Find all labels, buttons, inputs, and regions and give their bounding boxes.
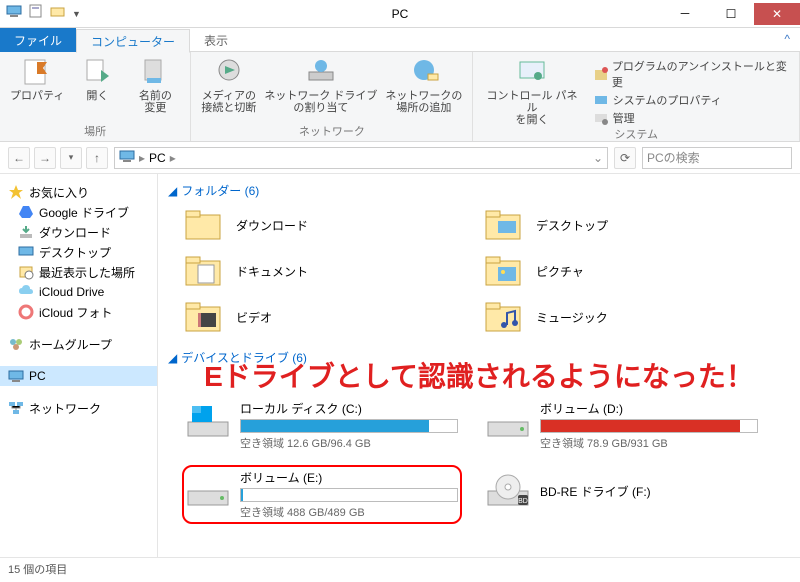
maximize-button[interactable]: ☐ xyxy=(708,3,754,25)
group-label-location: 場所 xyxy=(10,123,180,139)
group-label-system: システム xyxy=(483,126,789,142)
group-network: メディアの 接続と切断 ネットワーク ドライブ の割り当て ネットワークの 場所… xyxy=(191,52,473,141)
folder-desktop[interactable]: デスクトップ xyxy=(482,205,762,245)
group-label-network: ネットワーク xyxy=(201,123,462,139)
properties-button[interactable]: プロパティ xyxy=(10,56,64,114)
tree-downloads[interactable]: ダウンロード xyxy=(0,222,157,242)
collapse-icon: ◢ xyxy=(168,351,177,365)
drive-d-bar xyxy=(540,419,758,433)
tree-desktop[interactable]: デスクトップ xyxy=(0,242,157,262)
title-bar: ▼ PC － ☐ ✕ xyxy=(0,0,800,28)
section-folders[interactable]: ◢フォルダー (6) xyxy=(168,180,790,201)
recent-locations-button[interactable]: ▾ xyxy=(60,147,82,169)
tree-favorites[interactable]: お気に入り xyxy=(0,182,157,202)
system-properties-button[interactable]: システムのプロパティ xyxy=(593,92,789,108)
tree-homegroup[interactable]: ホームグループ xyxy=(0,334,157,354)
tree-recent[interactable]: 最近表示した場所 xyxy=(0,262,157,282)
drive-c-free: 空き領域 12.6 GB/96.4 GB xyxy=(240,435,458,451)
tree-google-drive[interactable]: Google ドライブ xyxy=(0,202,157,222)
tab-file[interactable]: ファイル xyxy=(0,28,76,52)
address-bar[interactable]: ▸ PC ▸ ⌄ xyxy=(114,147,608,169)
address-dropdown-icon[interactable]: ⌄ xyxy=(593,151,603,165)
media-button[interactable]: メディアの 接続と切断 xyxy=(201,56,256,114)
refresh-button[interactable]: ⟳ xyxy=(614,147,636,169)
tree-pc[interactable]: PC xyxy=(0,366,157,386)
ribbon-collapse-icon[interactable]: ^ xyxy=(774,28,800,51)
control-panel-button[interactable]: コントロール パネル を開く xyxy=(483,56,580,126)
drive-c[interactable]: ローカル ディスク (C:) 空き領域 12.6 GB/96.4 GB xyxy=(182,396,462,455)
collapse-icon: ◢ xyxy=(168,184,177,198)
navigation-pane: お気に入り Google ドライブ ダウンロード デスクトップ 最近表示した場所… xyxy=(0,174,158,557)
folder-pictures[interactable]: ピクチャ xyxy=(482,251,762,291)
svg-text:BD: BD xyxy=(518,498,528,505)
status-bar: 15 個の項目 xyxy=(0,557,800,579)
drive-d-name: ボリューム (D:) xyxy=(540,400,758,417)
uninstall-button[interactable]: プログラムのアンインストールと変更 xyxy=(593,58,789,90)
ribbon: プロパティ 開く 名前の 変更 場所 メディアの 接続と切断 ネットワーク ドラ… xyxy=(0,52,800,142)
map-drive-button[interactable]: ネットワーク ドライブ の割り当て xyxy=(264,56,377,114)
search-input[interactable]: PCの検索 xyxy=(642,147,792,169)
section-drives[interactable]: ◢デバイスとドライブ (6) xyxy=(168,347,790,368)
group-system: コントロール パネル を開く プログラムのアンインストールと変更 システムのプロ… xyxy=(473,52,800,141)
forward-button[interactable]: → xyxy=(34,147,56,169)
drive-f[interactable]: BD BD-RE ドライブ (F:) xyxy=(482,465,762,524)
tree-network[interactable]: ネットワーク xyxy=(0,398,157,418)
group-location: プロパティ 開く 名前の 変更 場所 xyxy=(0,52,191,141)
tab-view[interactable]: 表示 xyxy=(190,28,242,52)
folder-documents[interactable]: ドキュメント xyxy=(182,251,462,291)
pc-icon xyxy=(6,3,22,24)
breadcrumb-pc[interactable]: PC xyxy=(149,151,166,165)
content-pane: ◢フォルダー (6) ダウンロード デスクトップ ドキュメント ピクチャ ビデオ… xyxy=(158,174,800,557)
drive-c-name: ローカル ディスク (C:) xyxy=(240,400,458,417)
folder-videos[interactable]: ビデオ xyxy=(182,297,462,337)
up-button[interactable]: ↑ xyxy=(86,147,108,169)
drive-e[interactable]: ボリューム (E:) 空き領域 488 GB/489 GB xyxy=(182,465,462,524)
drive-e-name: ボリューム (E:) xyxy=(240,469,458,486)
window-title: PC xyxy=(392,7,409,21)
back-button[interactable]: ← xyxy=(8,147,30,169)
rename-button[interactable]: 名前の 変更 xyxy=(130,56,180,114)
drive-f-name: BD-RE ドライブ (F:) xyxy=(540,483,758,500)
ribbon-tabs: ファイル コンピューター 表示 ^ xyxy=(0,28,800,52)
add-location-button[interactable]: ネットワークの 場所の追加 xyxy=(385,56,462,114)
qat-dropdown-icon[interactable]: ▼ xyxy=(72,9,81,19)
folder-music[interactable]: ミュージック xyxy=(482,297,762,337)
status-item-count: 15 個の項目 xyxy=(8,561,67,577)
drive-d[interactable]: ボリューム (D:) 空き領域 78.9 GB/931 GB xyxy=(482,396,762,455)
manage-button[interactable]: 管理 xyxy=(593,110,789,126)
pc-icon xyxy=(119,148,135,167)
close-button[interactable]: ✕ xyxy=(754,3,800,25)
address-bar-row: ← → ▾ ↑ ▸ PC ▸ ⌄ ⟳ PCの検索 xyxy=(0,142,800,174)
tab-computer[interactable]: コンピューター xyxy=(76,29,190,53)
folder-downloads[interactable]: ダウンロード xyxy=(182,205,462,245)
drive-e-free: 空き領域 488 GB/489 GB xyxy=(240,504,458,520)
tree-icloud-photos[interactable]: iCloud フォト xyxy=(0,302,157,322)
open-button[interactable]: 開く xyxy=(72,56,122,114)
drive-d-free: 空き領域 78.9 GB/931 GB xyxy=(540,435,758,451)
properties-icon[interactable] xyxy=(28,3,44,24)
drive-e-bar xyxy=(240,488,458,502)
minimize-button[interactable]: － xyxy=(662,3,708,25)
folder-qat-icon[interactable] xyxy=(50,3,66,24)
drive-c-bar xyxy=(240,419,458,433)
tree-icloud-drive[interactable]: iCloud Drive xyxy=(0,282,157,302)
